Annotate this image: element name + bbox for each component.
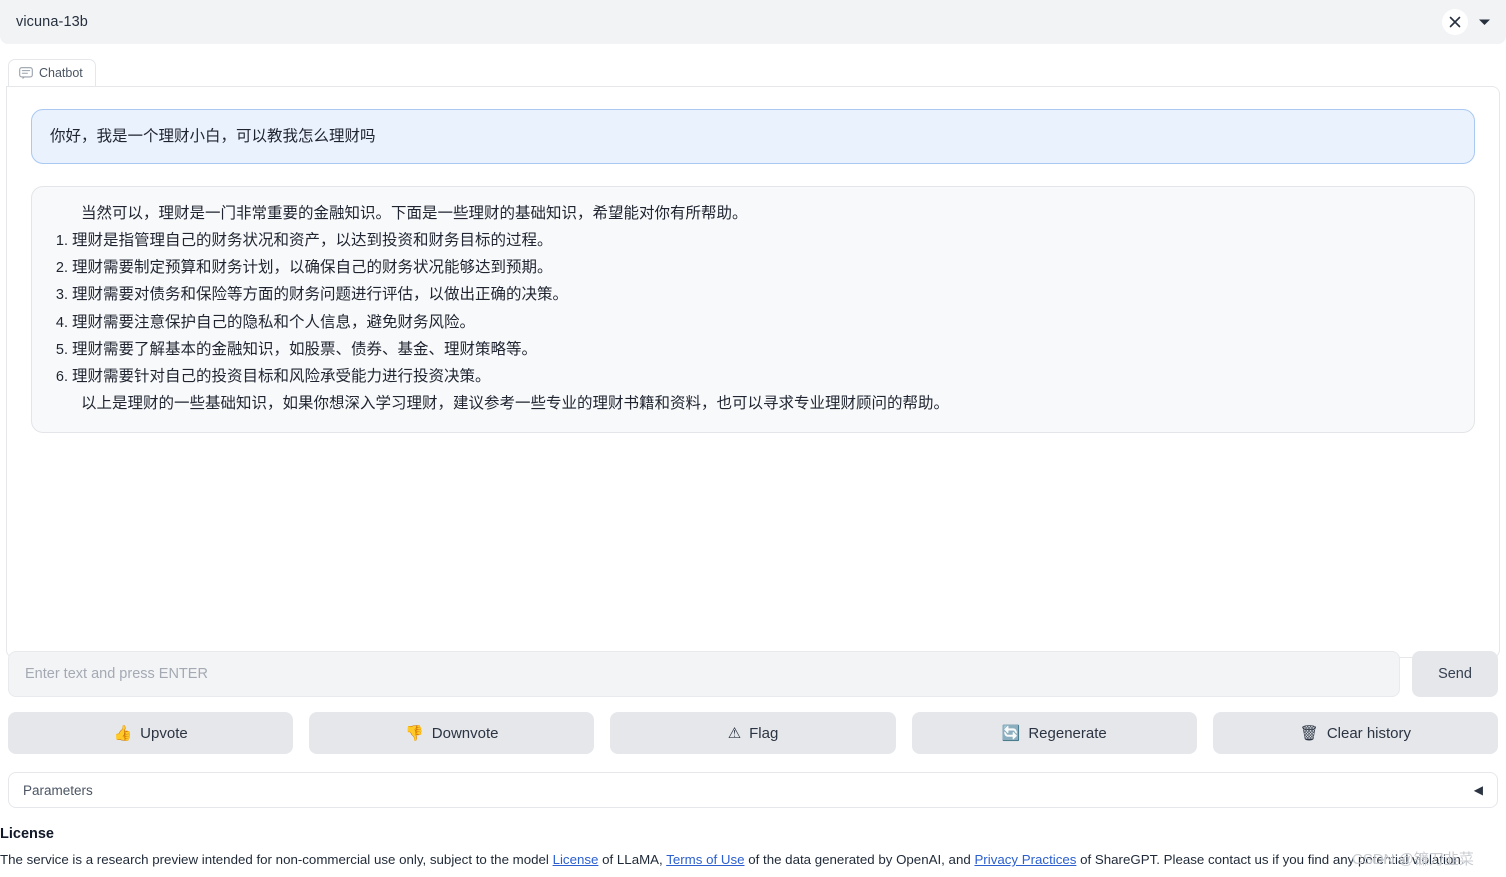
upvote-button[interactable]: 👍 Upvote [8,712,294,754]
model-title: vicuna-13b [16,14,88,30]
license-text-3: of the data generated by OpenAI, and [744,852,975,867]
terms-of-use-link[interactable]: Terms of Use [666,852,744,867]
thumbs-down-icon: 👎 [405,724,424,742]
license-text: The service is a research preview intend… [0,851,1506,868]
downvote-button[interactable]: 👎 Downvote [309,712,595,754]
clear-history-label: Clear history [1326,724,1412,742]
chat-message-bot: 当然可以，理财是一门非常重要的金融知识。下面是一些理财的基础知识，希望能对你有所… [31,186,1475,433]
bot-list: 理财是指管理自己的财务状况和资产，以达到投资和财务目标的过程。 理财需要制定预算… [50,228,1456,389]
upvote-label: Upvote [140,724,188,742]
triangle-left-icon[interactable]: ◀ [1474,783,1483,797]
speech-bubble-icon [19,66,33,80]
app-window: vicuna-13b Chatbot 你好，我是一个理财小白，可以教我怎么理财吗… [0,0,1506,877]
trash-icon: 🗑 [1299,724,1319,742]
list-item: 理财需要制定预算和财务计划，以确保自己的财务状况能够达到预期。 [72,255,1456,280]
parameters-accordion[interactable]: Parameters ◀ [8,772,1498,808]
privacy-practices-link[interactable]: Privacy Practices [974,852,1076,867]
input-row: Enter text and press ENTER Send [0,651,1506,697]
action-button-row: 👍 Upvote 👎 Downvote ⚠ Flag 🔄 Regenerate … [0,712,1506,754]
chat-message-user: 你好，我是一个理财小白，可以教我怎么理财吗 [31,109,1475,165]
chatbot-block: Chatbot 你好，我是一个理财小白，可以教我怎么理财吗 当然可以，理财是一门… [0,59,1506,658]
user-message-text: 你好，我是一个理财小白，可以教我怎么理财吗 [50,128,376,145]
list-item: 理财需要了解基本的金融知识，如股票、债券、基金、理财策略等。 [72,337,1456,362]
regenerate-label: Regenerate [1028,724,1107,742]
license-text-1: The service is a research preview intend… [0,852,553,867]
license-link[interactable]: License [553,852,599,867]
flag-label: Flag [749,724,779,742]
license-text-4: of ShareGPT. Please contact us if you fi… [1076,852,1465,867]
flag-button[interactable]: ⚠ Flag [610,712,896,754]
clear-history-button[interactable]: 🗑 Clear history [1212,712,1499,754]
list-item: 理财需要注意保护自己的隐私和个人信息，避免财务风险。 [72,310,1456,335]
warning-icon: ⚠ [727,724,742,742]
input-placeholder: Enter text and press ENTER [25,666,208,682]
tab-chatbot[interactable]: Chatbot [8,59,96,86]
license-section: License The service is a research previe… [0,826,1506,868]
chat-message-list[interactable]: 你好，我是一个理财小白，可以教我怎么理财吗 当然可以，理财是一门非常重要的金融知… [6,86,1500,658]
list-item: 理财是指管理自己的财务状况和资产，以达到投资和财务目标的过程。 [72,228,1456,253]
send-button[interactable]: Send [1412,651,1498,697]
thumbs-up-icon: 👍 [113,724,133,742]
window-header: vicuna-13b [0,0,1506,44]
header-controls [1442,9,1506,35]
regenerate-button[interactable]: 🔄 Regenerate [911,712,1197,754]
refresh-icon: 🔄 [1001,724,1021,742]
downvote-label: Downvote [431,724,499,742]
license-heading: License [0,826,54,842]
tab-strip: Chatbot [0,59,1506,86]
chevron-down-icon[interactable] [1476,14,1492,30]
list-item: 理财需要对债务和保险等方面的财务问题进行评估，以做出正确的决策。 [72,282,1456,307]
list-item: 理财需要针对自己的投资目标和风险承受能力进行投资决策。 [72,364,1456,389]
message-input[interactable]: Enter text and press ENTER [8,651,1400,697]
parameters-label: Parameters [23,782,93,798]
license-text-2: of LLaMA, [598,852,667,867]
bot-outro-text: 以上是理财的一些基础知识，如果你想深入学习理财，建议参考一些专业的理财书籍和资料… [81,394,950,412]
close-icon[interactable] [1442,9,1468,35]
tab-label: Chatbot [39,66,83,80]
bot-intro-text: 当然可以，理财是一门非常重要的金融知识。下面是一些理财的基础知识，希望能对你有所… [81,205,748,223]
